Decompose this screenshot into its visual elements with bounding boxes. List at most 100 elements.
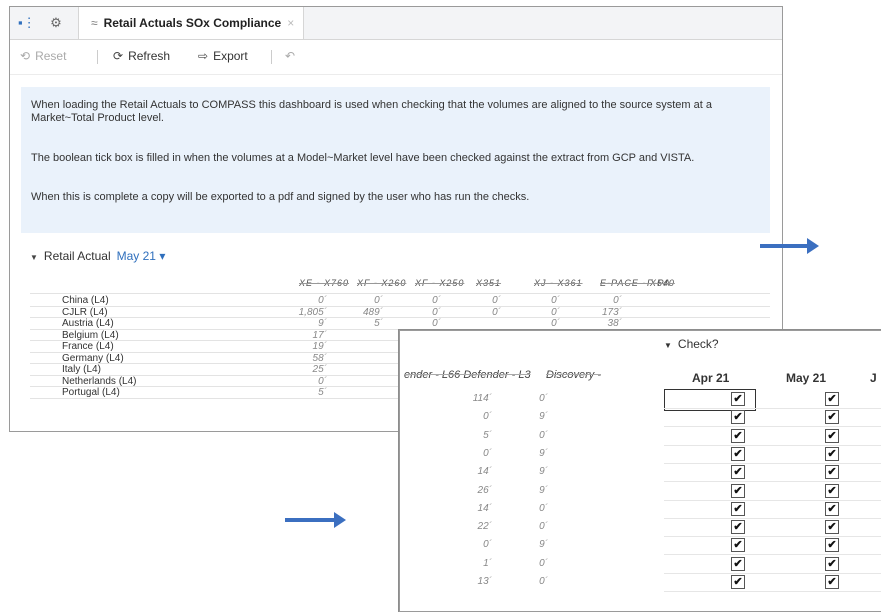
table-cell[interactable]: 0	[483, 411, 492, 422]
table-cell[interactable]: 58	[313, 353, 327, 364]
info-text-1: When loading the Retail Actuals to COMPA…	[31, 99, 712, 124]
checkbox-apr[interactable]: ✔	[731, 410, 745, 425]
close-icon[interactable]: ×	[287, 16, 294, 30]
table-cell[interactable]: 0	[539, 576, 548, 587]
export-icon: ⇨	[198, 49, 209, 63]
table-cell[interactable]: 22	[478, 521, 492, 532]
checkbox-may[interactable]: ✔	[825, 392, 839, 406]
table-cell[interactable]: 0	[492, 307, 501, 318]
table-cell[interactable]: 0	[483, 539, 492, 550]
table-cell[interactable]: 5	[374, 318, 383, 329]
checkbox-apr[interactable]: ✔	[731, 392, 745, 406]
checkbox-apr[interactable]: ✔	[731, 575, 745, 589]
tab-retail-actuals[interactable]: ≈ Retail Actuals SOx Compliance ×	[78, 7, 304, 39]
row-label: Portugal (L4)	[62, 387, 120, 398]
table-cell[interactable]: 9	[539, 539, 548, 550]
table-cell[interactable]: 17	[313, 330, 327, 341]
table-cell[interactable]: 0	[432, 318, 441, 329]
check-section-header[interactable]: ▼ Check?	[664, 337, 719, 351]
zoomed-check-window: ▼ Check? ender - L66 Defender - L3 Discov…	[399, 330, 881, 612]
refresh-button[interactable]: ⟳ Refresh	[113, 49, 170, 63]
period-selector[interactable]: May 21 ▾	[117, 249, 166, 263]
table-cell[interactable]: 5	[318, 387, 327, 398]
table-cell[interactable]: 0	[492, 295, 501, 306]
checkbox-may[interactable]: ✔	[825, 538, 839, 553]
row-label: Germany (L4)	[62, 352, 124, 364]
checkbox-apr[interactable]: ✔	[731, 556, 745, 571]
retail-actual-section-header[interactable]: ▼ Retail Actual May 21 ▾	[30, 249, 165, 263]
checkbox-may[interactable]: ✔	[825, 410, 839, 425]
table-cell[interactable]: 5	[483, 430, 492, 441]
checkbox-may[interactable]: ✔	[825, 483, 839, 498]
undo-button[interactable]: ↶	[285, 49, 300, 63]
checkbox-may[interactable]: ✔	[825, 465, 839, 480]
table-cell[interactable]: 0	[432, 295, 441, 306]
checkbox-may[interactable]: ✔	[825, 428, 839, 443]
table-cell[interactable]: 19	[313, 341, 327, 352]
checkbox-may[interactable]: ✔	[825, 501, 839, 516]
collapse-caret-icon[interactable]: ▼	[664, 341, 672, 350]
table-cell[interactable]: 0	[539, 503, 548, 514]
table-cell[interactable]: 38	[608, 318, 622, 329]
checkbox-apr[interactable]: ✔	[731, 446, 745, 461]
table-cell[interactable]: 0	[551, 318, 560, 329]
refresh-icon: ⟳	[113, 49, 124, 63]
table-cell[interactable]: 1,805	[299, 307, 327, 318]
column-header: F-PA	[647, 278, 671, 288]
checkbox-may[interactable]: ✔	[825, 446, 839, 461]
table-cell[interactable]: 0	[551, 307, 560, 318]
table-cell[interactable]: 0	[432, 307, 441, 318]
tab-title: Retail Actuals SOx Compliance	[103, 16, 282, 30]
undo-icon: ↶	[285, 49, 296, 63]
table-cell[interactable]: 9	[318, 318, 327, 329]
table-cell[interactable]: 9	[539, 485, 548, 496]
table-cell[interactable]: 0	[374, 295, 383, 306]
tree-icon[interactable]: ▪⋮	[18, 15, 36, 31]
table-cell[interactable]: 0	[539, 430, 548, 441]
checkbox-apr[interactable]: ✔	[731, 428, 745, 443]
collapse-caret-icon[interactable]: ▼	[30, 253, 38, 262]
table-cell[interactable]: 0	[539, 558, 548, 569]
table-cell[interactable]: 114	[473, 393, 492, 404]
table-cell[interactable]: 25	[313, 364, 327, 375]
row-label: Belgium (L4)	[62, 329, 119, 341]
column-header: ender - L66 Defender - L3	[404, 369, 531, 381]
checkbox-apr[interactable]: ✔	[731, 501, 745, 516]
collapse-chevron-icon[interactable]: ≈	[91, 16, 98, 30]
table-cell[interactable]: 0	[483, 448, 492, 459]
checkbox-may[interactable]: ✔	[825, 520, 839, 535]
toolbar-divider	[271, 50, 272, 64]
table-cell[interactable]: 14	[478, 503, 492, 514]
row-label: Netherlands (L4)	[62, 375, 137, 387]
gear-icon[interactable]: ⚙	[48, 15, 64, 31]
table-cell[interactable]: 0	[539, 393, 548, 404]
table-cell[interactable]: 1	[483, 558, 492, 569]
checkbox-may[interactable]: ✔	[825, 575, 839, 589]
checkbox-apr[interactable]: ✔	[731, 538, 745, 553]
checkbox-may[interactable]: ✔	[825, 556, 839, 571]
grid-divider	[664, 426, 881, 428]
table-cell[interactable]: 0	[551, 295, 560, 306]
table-cell[interactable]: 13	[478, 576, 492, 587]
table-cell[interactable]: 26	[478, 485, 492, 496]
table-cell[interactable]: 9	[539, 411, 548, 422]
tab-bar: ▪⋮ ⚙ ≈ Retail Actuals SOx Compliance ×	[10, 7, 782, 40]
table-cell[interactable]: 173	[602, 307, 622, 318]
table-cell[interactable]: 0	[318, 295, 327, 306]
checkbox-apr[interactable]: ✔	[731, 465, 745, 480]
reset-button[interactable]: ⟲ Reset	[20, 49, 66, 63]
column-header: XF - X250	[415, 278, 465, 288]
checkbox-apr[interactable]: ✔	[731, 483, 745, 498]
table-cell[interactable]: 489	[363, 307, 383, 318]
table-cell[interactable]: 0	[613, 295, 622, 306]
table-cell[interactable]: 0	[539, 521, 548, 532]
table-cell[interactable]: 0	[318, 376, 327, 387]
table-cell[interactable]: 14	[478, 466, 492, 477]
export-button[interactable]: ⇨ Export	[198, 49, 248, 63]
grid-divider	[664, 499, 881, 501]
table-cell[interactable]: 9	[539, 466, 548, 477]
column-header: Discovery -	[546, 369, 602, 381]
table-cell[interactable]: 9	[539, 448, 548, 459]
info-panel: When loading the Retail Actuals to COMPA…	[21, 87, 770, 233]
checkbox-apr[interactable]: ✔	[731, 520, 745, 535]
